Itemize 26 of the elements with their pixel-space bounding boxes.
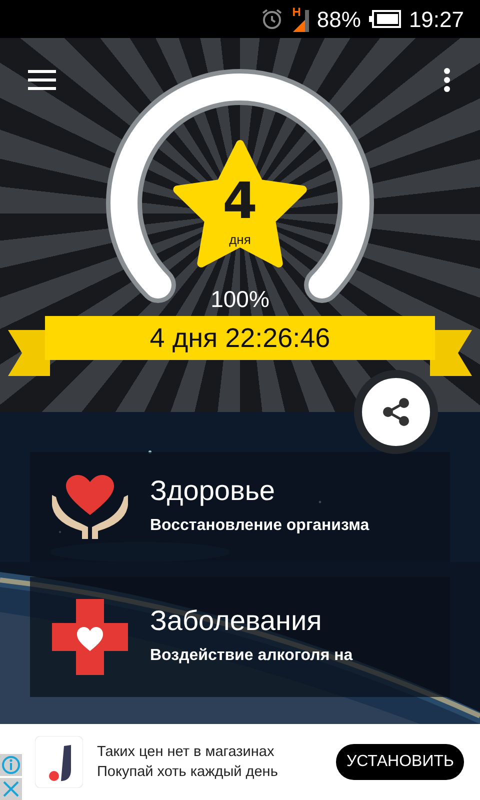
star-day-count: 4	[222, 176, 258, 226]
app-logo-icon	[35, 736, 83, 788]
battery-icon	[368, 10, 401, 28]
timer-banner: 4 дня 22:26:46	[45, 316, 435, 360]
star-day-unit: дня	[228, 231, 252, 249]
card-subtitle: Воздействие алкоголя на	[150, 646, 353, 666]
battery-percent: 88%	[316, 6, 361, 34]
clock-time: 19:27	[408, 6, 464, 34]
card-title: Заболевания	[150, 606, 323, 636]
network-type: H	[292, 6, 301, 18]
alarm-icon	[260, 7, 284, 31]
progress-percent: 100%	[210, 285, 270, 314]
ad-headline: Таких цен нет в магазинах	[97, 743, 276, 762]
ad-text: Покупай хоть каждый день	[97, 763, 279, 782]
category-card[interactable]: Здоровье Восстановление организма	[30, 452, 450, 562]
heart-hands-icon	[52, 475, 128, 539]
menu-icon[interactable]	[28, 70, 56, 90]
category-card[interactable]: Заболевания Воздействие алкоголя на	[30, 577, 450, 697]
install-button[interactable]: УСТАНОВИТЬ	[336, 744, 464, 780]
medical-cross-icon	[52, 599, 128, 675]
card-subtitle: Восстановление организма	[150, 516, 370, 536]
ribbon-tail-icon	[430, 330, 472, 376]
card-title: Здоровье	[150, 476, 276, 506]
more-icon[interactable]	[444, 68, 450, 92]
share-icon	[382, 397, 410, 427]
ribbon-tail-icon	[8, 330, 50, 376]
